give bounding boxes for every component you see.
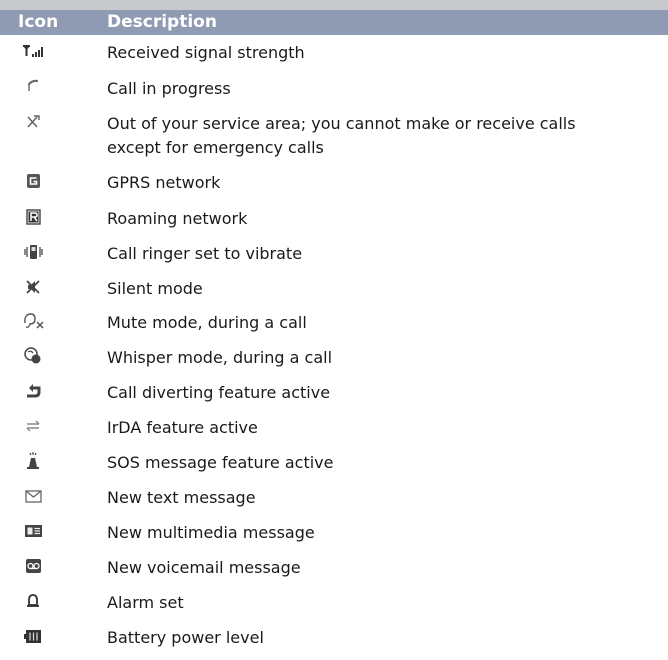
table-header bbox=[0, 10, 668, 35]
top-bar bbox=[0, 0, 668, 10]
row-description: IrDA feature active bbox=[107, 416, 667, 440]
mute-icon bbox=[20, 311, 46, 331]
description-line: SOS message feature active bbox=[107, 453, 334, 472]
description-line: Out of your service area; you cannot mak… bbox=[107, 114, 576, 133]
signal-strength-icon bbox=[20, 41, 46, 61]
sos-icon bbox=[20, 451, 46, 471]
description-line: Mute mode, during a call bbox=[107, 313, 307, 332]
row-description: Battery power level bbox=[107, 626, 667, 650]
voicemail-icon bbox=[20, 556, 46, 576]
row-description: Call in progress bbox=[107, 77, 667, 101]
vibrate-icon bbox=[20, 242, 46, 262]
row-description: Received signal strength bbox=[107, 41, 667, 65]
multimedia-message-icon bbox=[20, 521, 46, 541]
call-in-progress-icon bbox=[20, 77, 46, 97]
description-line: Call in progress bbox=[107, 79, 231, 98]
row-description: Mute mode, during a call bbox=[107, 311, 667, 335]
irda-icon bbox=[20, 416, 46, 436]
row-description: Whisper mode, during a call bbox=[107, 346, 667, 370]
row-description: Call diverting feature active bbox=[107, 381, 667, 405]
battery-icon bbox=[20, 626, 46, 646]
no-service-icon bbox=[20, 112, 46, 132]
description-line: Call diverting feature active bbox=[107, 383, 331, 402]
description-line: Roaming network bbox=[107, 209, 248, 228]
description-line: GPRS network bbox=[107, 173, 221, 192]
description-line: New voicemail message bbox=[107, 558, 301, 577]
row-description: GPRS network bbox=[107, 171, 667, 195]
row-description: Alarm set bbox=[107, 591, 667, 615]
description-line: IrDA feature active bbox=[107, 418, 258, 437]
description-line: New multimedia message bbox=[107, 523, 315, 542]
description-line: Received signal strength bbox=[107, 43, 305, 62]
description-line: Alarm set bbox=[107, 593, 184, 612]
description-line: except for emergency calls bbox=[107, 138, 324, 157]
description-column-header: Description bbox=[107, 12, 217, 32]
alarm-icon bbox=[20, 591, 46, 611]
silent-mode-icon bbox=[20, 277, 46, 297]
row-description: SOS message feature active bbox=[107, 451, 667, 475]
row-description: Silent mode bbox=[107, 277, 667, 301]
call-divert-icon bbox=[20, 381, 46, 401]
row-description: New voicemail message bbox=[107, 556, 667, 580]
whisper-icon bbox=[20, 346, 46, 366]
row-description: Roaming network bbox=[107, 207, 667, 231]
gprs-icon bbox=[20, 171, 46, 191]
description-line: New text message bbox=[107, 488, 256, 507]
icon-column-header: Icon bbox=[18, 12, 59, 32]
description-line: Silent mode bbox=[107, 279, 203, 298]
row-description: Call ringer set to vibrate bbox=[107, 242, 667, 266]
text-message-icon bbox=[20, 486, 46, 506]
description-line: Call ringer set to vibrate bbox=[107, 244, 303, 263]
roaming-icon bbox=[20, 207, 46, 227]
description-line: Battery power level bbox=[107, 628, 264, 647]
row-description: Out of your service area; you cannot mak… bbox=[107, 112, 667, 160]
row-description: New multimedia message bbox=[107, 521, 667, 545]
row-description: New text message bbox=[107, 486, 667, 510]
description-line: Whisper mode, during a call bbox=[107, 348, 333, 367]
